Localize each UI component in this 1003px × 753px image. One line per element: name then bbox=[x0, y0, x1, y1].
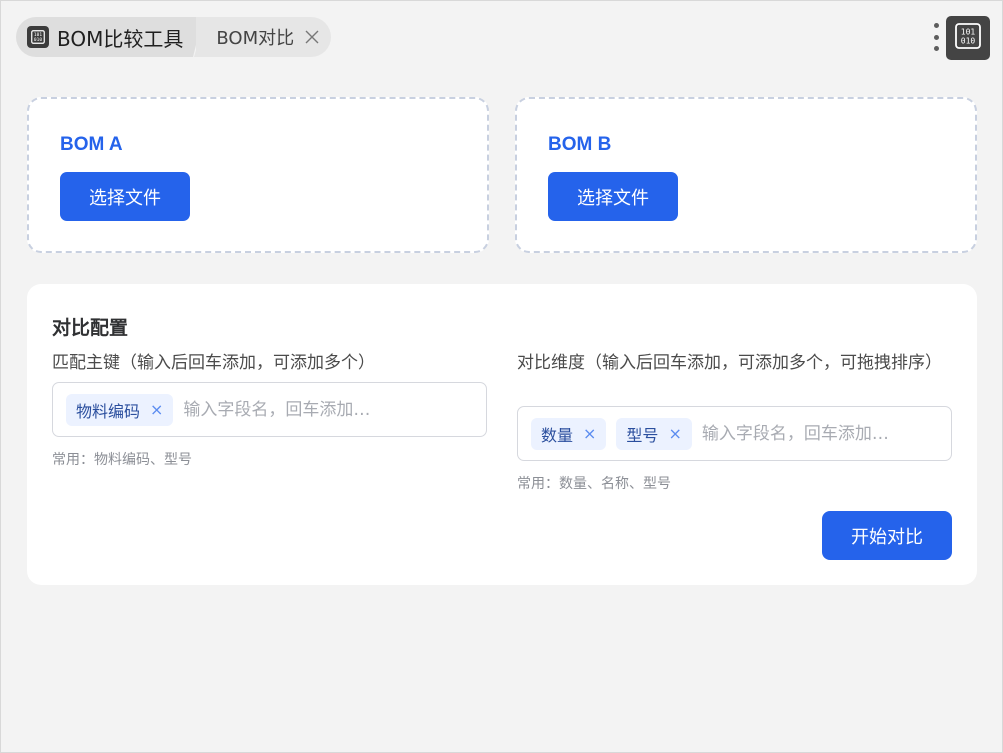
tag-remove-icon[interactable]: × bbox=[150, 400, 163, 419]
config-title: 对比配置 bbox=[52, 317, 129, 339]
more-dot bbox=[933, 23, 939, 28]
tab-label: BOM对比 bbox=[216, 28, 295, 49]
compare-config-panel: 对比配置 匹配主键（输入后回车添加，可添加多个） 物料编码 × 常用：物料编码、… bbox=[27, 284, 977, 585]
svg-text:010: 010 bbox=[34, 37, 42, 43]
tag-label: 型号 bbox=[626, 425, 659, 445]
upload-title: BOM A bbox=[60, 134, 123, 155]
tag-remove-icon[interactable]: × bbox=[583, 424, 596, 443]
binary-chip-icon: 101 010 bbox=[954, 22, 982, 54]
tag-label: 物料编码 bbox=[76, 401, 141, 421]
upload-title: BOM B bbox=[548, 134, 612, 155]
dimensions-input[interactable]: 数量 × 型号 × bbox=[517, 406, 952, 461]
match-keys-input[interactable]: 物料编码 × bbox=[52, 382, 487, 437]
dimensions-label: 对比维度（输入后回车添加，可添加多个，可拖拽排序） bbox=[517, 353, 942, 373]
start-compare-button[interactable]: 开始对比 bbox=[822, 511, 952, 560]
svg-text:101: 101 bbox=[961, 28, 976, 37]
tag-chip: 数量 × bbox=[531, 417, 607, 450]
tab-bom-compare[interactable]: BOM对比 bbox=[194, 17, 332, 57]
more-dot bbox=[933, 34, 939, 40]
more-dot bbox=[933, 46, 939, 51]
more-vertical-icon[interactable] bbox=[930, 23, 942, 51]
breadcrumb: 101 010 BOM比较工具 BOM对比 bbox=[16, 17, 332, 57]
choose-file-button[interactable]: 选择文件 bbox=[548, 172, 678, 221]
choose-file-button[interactable]: 选择文件 bbox=[60, 172, 190, 221]
breadcrumb-app[interactable]: 101 010 BOM比较工具 bbox=[16, 17, 204, 57]
tag-label: 数量 bbox=[541, 425, 574, 445]
match-keys-field[interactable] bbox=[183, 399, 404, 420]
close-icon[interactable] bbox=[303, 28, 321, 46]
svg-text:010: 010 bbox=[961, 37, 976, 46]
upload-card-bom-b[interactable]: BOM B 选择文件 bbox=[515, 97, 977, 253]
tag-chip: 型号 × bbox=[616, 417, 692, 450]
dimensions-field[interactable] bbox=[701, 423, 902, 444]
match-keys-label: 匹配主键（输入后回车添加，可添加多个） bbox=[52, 353, 375, 373]
dimensions-hint: 常用：数量、名称、型号 bbox=[517, 476, 671, 492]
tag-remove-icon[interactable]: × bbox=[668, 424, 681, 443]
app-title: BOM比较工具 bbox=[57, 26, 184, 51]
match-keys-hint: 常用：物料编码、型号 bbox=[52, 452, 192, 468]
app-menu-button[interactable]: 101 010 bbox=[946, 16, 990, 60]
binary-chip-icon: 101 010 bbox=[27, 26, 49, 48]
tag-chip: 物料编码 × bbox=[66, 393, 174, 426]
upload-card-bom-a[interactable]: BOM A 选择文件 bbox=[27, 97, 489, 253]
